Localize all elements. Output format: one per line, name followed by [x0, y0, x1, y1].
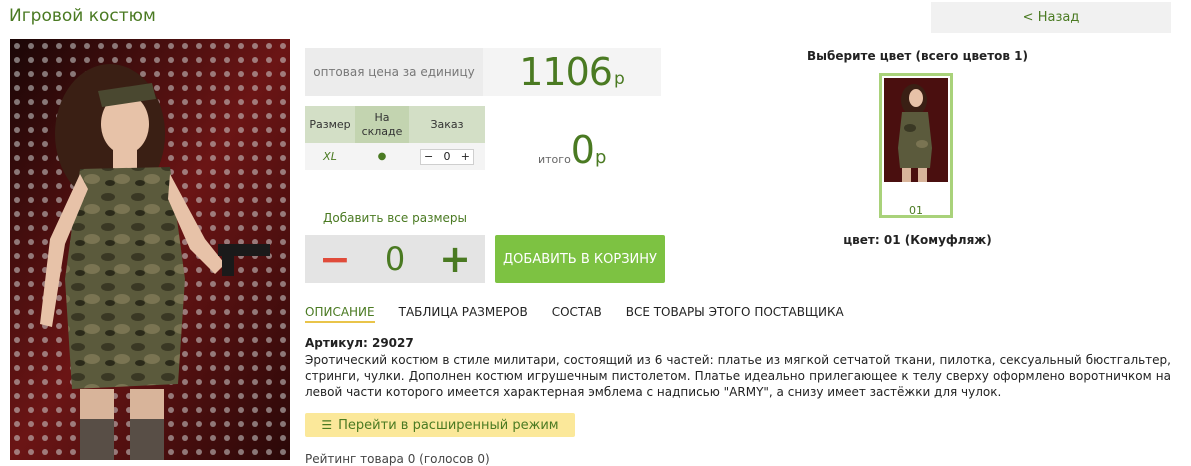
list-icon: ☰: [321, 418, 333, 432]
price-value: 1106: [519, 50, 613, 94]
color-chooser-title: Выберите цвет (всего цветов 1): [807, 49, 1028, 63]
product-tabs: ОПИСАНИЕ ТАБЛИЦА РАЗМЕРОВ СОСТАВ ВСЕ ТОВ…: [305, 305, 868, 323]
in-stock-dot-icon: ●: [355, 143, 409, 170]
decrement-button[interactable]: −: [424, 150, 433, 163]
tab-supplier-products[interactable]: ВСЕ ТОВАРЫ ЭТОГО ПОСТАВЩИКА: [626, 305, 844, 323]
increment-button[interactable]: +: [461, 150, 470, 163]
rating-text: Рейтинг товара 0 (голосов 0): [305, 452, 490, 466]
tab-composition[interactable]: СОСТАВ: [552, 305, 602, 323]
advanced-mode-label: Перейти в расширенный режим: [338, 417, 559, 433]
back-button[interactable]: < Назад: [931, 2, 1171, 33]
price-label: оптовая цена за единицу: [305, 48, 483, 96]
price-currency: р: [613, 69, 625, 89]
page-title: Игровой костюм: [9, 6, 156, 26]
article-number: Артикул: 29027: [305, 336, 414, 350]
description-text: Эротический костюм в стиле милитари, сос…: [305, 353, 1171, 399]
total-label: итого: [538, 153, 571, 166]
quantity-value[interactable]: 0: [444, 150, 451, 163]
product-photo[interactable]: [10, 39, 290, 460]
color-swatch-01[interactable]: 01: [879, 73, 953, 218]
order-cell: − 0 +: [409, 143, 485, 170]
size-value: XL: [305, 143, 355, 170]
product-photo-image: [10, 39, 290, 460]
price-box: 1106 р: [483, 48, 661, 96]
add-all-sizes-label: Добавить все размеры: [323, 211, 467, 225]
add-all-quantity[interactable]: 0: [385, 240, 405, 278]
stock-header: На складе: [355, 106, 409, 143]
tab-size-table[interactable]: ТАБЛИЦА РАЗМЕРОВ: [399, 305, 528, 323]
total-currency: р: [594, 147, 607, 168]
add-all-stepper: − 0 +: [305, 235, 485, 283]
advanced-mode-button[interactable]: ☰ Перейти в расширенный режим: [305, 413, 575, 437]
tab-description[interactable]: ОПИСАНИЕ: [305, 305, 375, 323]
size-table: Размер На складе Заказ XL ● − 0 +: [305, 106, 485, 170]
total-value: 0: [570, 128, 595, 172]
size-header: Размер: [305, 106, 355, 143]
add-all-decrement-button[interactable]: −: [319, 240, 351, 278]
add-all-increment-button[interactable]: +: [439, 240, 471, 278]
add-to-cart-button[interactable]: ДОБАВИТЬ В КОРЗИНУ: [495, 235, 665, 283]
color-number: 01: [909, 204, 923, 217]
order-header: Заказ: [409, 106, 485, 143]
selected-color-label: цвет: 01 (Комуфляж): [843, 233, 992, 247]
total: итого 0 р: [538, 128, 606, 172]
table-row: XL ● − 0 +: [305, 143, 485, 170]
quantity-stepper: − 0 +: [420, 148, 474, 165]
color-thumbnail-image: [884, 78, 948, 182]
